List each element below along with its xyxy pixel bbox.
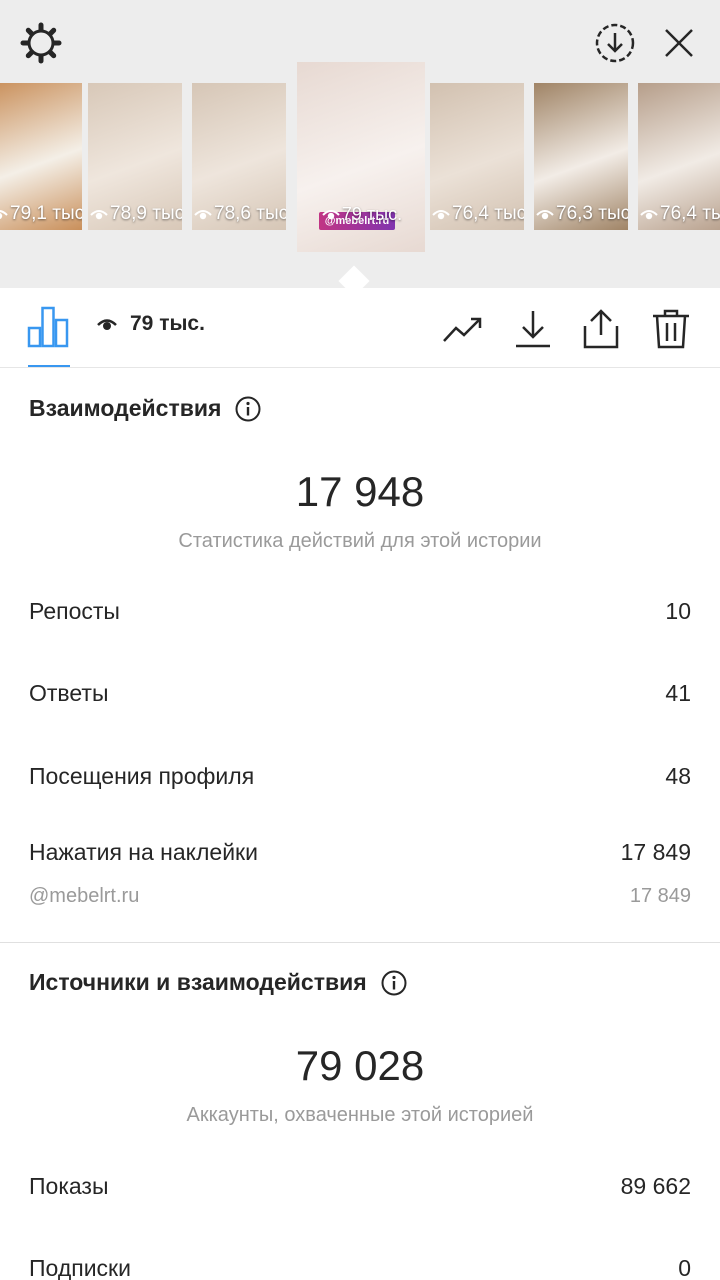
- insights-tab[interactable]: [26, 304, 70, 348]
- eye-icon: [432, 210, 450, 220]
- story-thumbnail[interactable]: 76,4 тыс.: [430, 83, 524, 230]
- interactions-header: Взаимодействия: [29, 395, 261, 422]
- close-icon: [665, 29, 693, 57]
- story-views-overlay: 76,4 тыс.: [638, 202, 720, 226]
- download-icon: [516, 311, 550, 348]
- stat-label: Нажатия на наклейки: [29, 839, 258, 865]
- share-button[interactable]: [580, 308, 622, 350]
- story-insights-screen: 79,1 тыс. 78,9 тыс. 78,6 тыс. @mebelrt.ru 79…: [0, 0, 720, 1280]
- discovery-caption: Аккаунты, охваченные этой историей: [186, 1104, 534, 1126]
- info-icon[interactable]: [235, 396, 261, 422]
- eye-icon: [194, 210, 212, 220]
- story-views-overlay: 79 тыс.: [297, 202, 425, 226]
- stat-label: Ответы: [29, 680, 109, 706]
- trash-icon: [653, 309, 689, 349]
- stat-value: 0: [678, 1255, 691, 1280]
- stat-label: Подписки: [29, 1255, 131, 1280]
- story-views-overlay: 76,3 тыс.: [534, 202, 628, 226]
- story-views-overlay: 78,9 тыс.: [88, 202, 182, 226]
- eye-icon: [640, 210, 658, 220]
- interactions-total: 17 948: [295, 468, 425, 515]
- stat-row-reposts: Репосты 10: [29, 598, 691, 625]
- stat-value: 10: [665, 598, 691, 624]
- story-views-label: 76,3 тыс.: [556, 203, 628, 224]
- stat-row-profile-visits: Посещения профиля 48: [29, 763, 691, 790]
- story-views-label: 79,1 тыс.: [10, 203, 82, 224]
- insights-toolbar: 79 тыс.: [0, 288, 720, 368]
- eye-icon: [90, 210, 108, 220]
- story-views-overlay: 79,1 тыс.: [0, 202, 82, 226]
- story-views-label: 79 тыс.: [341, 203, 403, 224]
- info-icon[interactable]: [381, 970, 407, 996]
- story-views-label: 76,4 тыс.: [452, 203, 524, 224]
- story-views-label: 78,6 тыс.: [214, 203, 286, 224]
- eye-icon: [536, 210, 554, 220]
- story-views-label: 78,9 тыс.: [110, 203, 182, 224]
- story-views-overlay: 76,4 тыс.: [430, 202, 524, 226]
- trend-button[interactable]: [442, 308, 484, 350]
- stat-row-replies: Ответы 41: [29, 680, 691, 707]
- story-viewer-header: 79,1 тыс. 78,9 тыс. 78,6 тыс. @mebelrt.ru 79…: [0, 0, 720, 297]
- stat-label: Репосты: [29, 598, 120, 624]
- stat-row-follows: Подписки 0: [29, 1255, 691, 1280]
- eye-icon: [0, 210, 8, 220]
- section-divider: [0, 942, 720, 943]
- stat-label: Посещения профиля: [29, 763, 255, 789]
- story-thumbnail-selected[interactable]: @mebelrt.ru 79 тыс.: [297, 62, 425, 252]
- story-thumbnails-strip: 79,1 тыс. 78,9 тыс. 78,6 тыс. @mebelrt.ru 79…: [0, 62, 720, 253]
- story-thumbnail[interactable]: 79,1 тыс.: [0, 83, 82, 230]
- discovery-title: Источники и взаимодействия: [29, 969, 367, 995]
- stat-row-impressions: Показы 89 662: [29, 1173, 691, 1200]
- download-button[interactable]: [512, 308, 554, 350]
- close-button[interactable]: [656, 20, 702, 66]
- stat-value: 48: [665, 763, 691, 789]
- stat-value: 41: [665, 680, 691, 706]
- discovery-header: Источники и взаимодействия: [29, 969, 407, 996]
- interactions-caption: Статистика действий для этой истории: [178, 530, 542, 552]
- settings-button[interactable]: [18, 20, 64, 66]
- stat-label: @mebelrt.ru: [29, 885, 140, 907]
- story-views-overlay: 78,6 тыс.: [192, 202, 286, 226]
- trend-icon: [443, 317, 482, 342]
- stat-value: 17 849: [620, 839, 691, 865]
- settings-icon: [20, 22, 62, 64]
- story-views-label: 76,4 тыс.: [660, 203, 720, 224]
- stat-label: Показы: [29, 1173, 109, 1199]
- stat-row-sticker-taps: Нажатия на наклейки 17 849: [29, 839, 691, 866]
- views-count-label: 79 тыс.: [130, 312, 205, 335]
- views-count: 79 тыс.: [96, 312, 205, 336]
- story-thumbnail[interactable]: 76,3 тыс.: [534, 83, 628, 230]
- delete-button[interactable]: [650, 308, 692, 350]
- eye-icon: [97, 319, 117, 330]
- stat-value: 89 662: [620, 1173, 691, 1199]
- active-tab-indicator: [28, 365, 70, 367]
- interactions-title: Взаимодействия: [29, 395, 222, 421]
- story-thumbnail[interactable]: 78,6 тыс.: [192, 83, 286, 230]
- eye-icon: [322, 210, 340, 220]
- save-story-icon: [595, 23, 635, 63]
- bar-chart-icon: [27, 306, 69, 348]
- story-thumbnail[interactable]: 76,4 тыс.: [638, 83, 720, 230]
- stat-subrow-sticker-mention: @mebelrt.ru 17 849: [29, 885, 691, 908]
- stat-value: 17 849: [629, 885, 691, 907]
- save-story-button[interactable]: [592, 20, 638, 66]
- share-icon: [583, 309, 619, 349]
- story-thumbnail[interactable]: 78,9 тыс.: [88, 83, 182, 230]
- discovery-total: 79 028: [295, 1042, 425, 1089]
